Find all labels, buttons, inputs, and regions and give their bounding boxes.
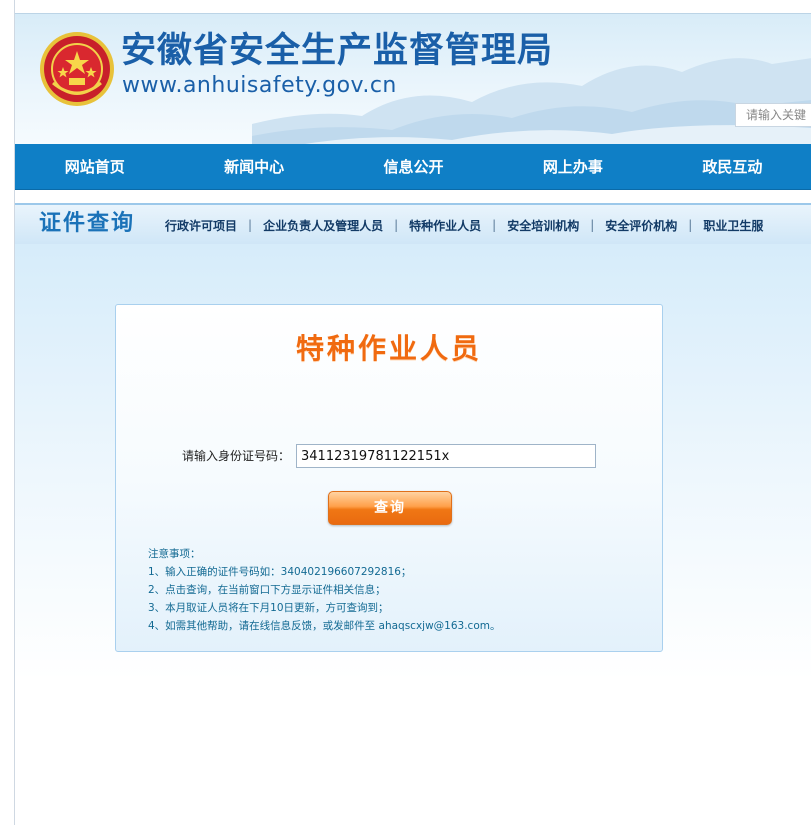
separator: | (492, 218, 497, 232)
nav-item-info-disclosure[interactable]: 信息公开 (334, 144, 493, 189)
sub-link-evaluation-orgs[interactable]: 安全评价机构 (605, 217, 677, 234)
note-item: 1、输入正确的证件号码如：340402196607292816； (148, 566, 412, 578)
national-emblem-icon (40, 32, 114, 106)
note-item: 2、点击查询，在当前窗口下方显示证件相关信息； (148, 584, 386, 596)
section-title: 证件查询 (39, 211, 136, 236)
site-header: 安徽省安全生产监督管理局 www.anhuisafety.gov.cn 请输入关… (15, 13, 811, 146)
separator: | (590, 218, 595, 232)
nav-item-news[interactable]: 新闻中心 (174, 144, 333, 189)
note-item: 3、本月取证人员将在下月10日更新，方可查询到； (148, 602, 389, 614)
query-panel: 特种作业人员 请输入身份证号码： 查询 注意事项： 1、输入正确的证件号码如：3… (115, 304, 663, 652)
panel-title: 特种作业人员 (295, 332, 482, 365)
sub-link-managers[interactable]: 企业负责人及管理人员 (263, 217, 383, 234)
site-url: www.anhuisafety.gov.cn (122, 73, 397, 98)
notes-title: 注意事项： (148, 548, 201, 560)
note-item: 4、如需其他帮助，请在线信息反馈，或发邮件至 ahaqscxjw@163.com… (148, 620, 501, 632)
site-title: 安徽省安全生产监督管理局 (121, 31, 554, 71)
query-button[interactable]: 查询 (328, 491, 452, 525)
id-number-label: 请输入身份证号码： (182, 449, 291, 463)
separator: | (688, 218, 693, 232)
main-nav: 网站首页 新闻中心 信息公开 网上办事 政民互动 (15, 144, 811, 190)
search-input[interactable]: 请输入关键 (735, 103, 811, 127)
sub-nav: 行政许可项目 | 企业负责人及管理人员 | 特种作业人员 | 安全培训机构 | … (165, 205, 763, 245)
id-number-input[interactable] (296, 444, 596, 468)
sub-link-special-operators[interactable]: 特种作业人员 (409, 217, 481, 234)
nav-item-online-services[interactable]: 网上办事 (493, 144, 652, 189)
nav-item-home[interactable]: 网站首页 (15, 144, 174, 189)
separator: | (394, 218, 399, 232)
nav-item-interaction[interactable]: 政民互动 (653, 144, 811, 189)
certificate-query-bar: 证件查询 行政许可项目 | 企业负责人及管理人员 | 特种作业人员 | 安全培训… (15, 203, 811, 246)
notes: 注意事项： 1、输入正确的证件号码如：340402196607292816； 2… (148, 545, 500, 635)
separator: | (248, 218, 253, 232)
sub-link-occupational-health[interactable]: 职业卫生服 (703, 217, 763, 234)
sub-link-training-orgs[interactable]: 安全培训机构 (507, 217, 579, 234)
sub-link-admin-license[interactable]: 行政许可项目 (165, 217, 237, 234)
